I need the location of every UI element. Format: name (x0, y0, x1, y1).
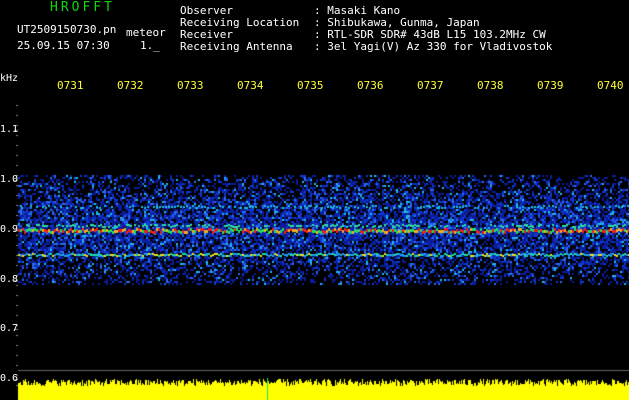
time-tick-label: 0733 (177, 80, 204, 91)
datetime-label: 25.09.15 07:30 (17, 39, 110, 52)
time-tick-label: 0736 (357, 80, 384, 91)
freq-tick-label: 0.9 (0, 224, 19, 235)
time-tick-label: 0738 (477, 80, 504, 91)
time-tick-label: 0735 (297, 80, 324, 91)
time-tick-label: 0731 (57, 80, 84, 91)
info-observer-value: : Masaki Kano (314, 4, 401, 17)
time-tick-label: 0734 (237, 80, 264, 91)
time-tick-label: 0740 (597, 80, 624, 91)
info-antenna-value: : 3el Yagi(V) Az 330 for Vladivostok (314, 40, 553, 53)
time-tick-label: 0737 (417, 80, 444, 91)
freq-tick-label: 0.6 (0, 373, 19, 384)
info-location-label: Receiving Location (180, 16, 300, 29)
filename-label: UT2509150730.pn (17, 23, 117, 36)
count-label: 1._ (140, 39, 160, 52)
header-title: HROFFT (50, 0, 115, 15)
freq-tick-label: 0.8 (0, 274, 19, 285)
freq-tick-label: 1.1 (0, 124, 19, 135)
info-location-value: : Shibukawa, Gunma, Japan (314, 16, 480, 29)
freq-tick-label: 1.0 (0, 174, 19, 185)
freq-tick-label: 0.7 (0, 323, 19, 334)
spectrogram (0, 100, 629, 400)
info-antenna-label: Receiving Antenna (180, 40, 293, 53)
time-tick-label: 0739 (537, 80, 564, 91)
time-tick-label: 0732 (117, 80, 144, 91)
info-receiver-value: : RTL-SDR SDR# 43dB L15 103.2MHz CW (314, 28, 546, 41)
mode-label: meteor (126, 26, 166, 39)
info-observer-label: Observer (180, 4, 233, 17)
info-receiver-label: Receiver (180, 28, 233, 41)
unit-label: kHz (0, 73, 19, 84)
